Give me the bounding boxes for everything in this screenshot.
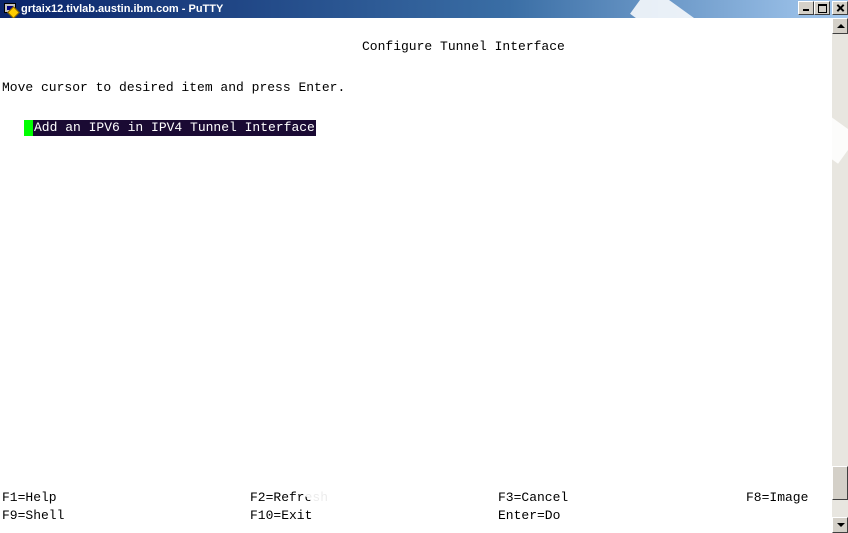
window-title: grtaix12.tivlab.austin.ibm.com - PuTTY [21,3,224,15]
scroll-down-arrow-icon[interactable] [832,517,848,533]
vertical-scrollbar[interactable] [832,18,848,533]
scrollbar-thumb[interactable] [832,466,848,500]
fkey-exit[interactable]: F10=Exit [250,508,312,524]
instruction-text: Move cursor to desired item and press En… [2,80,346,95]
window-controls [798,1,848,15]
fkey-enter-do[interactable]: Enter=Do [498,508,560,524]
function-keys-row-1: F1=Help F2=Refresh F3=Cancel F8=Image [0,490,832,506]
menu-item-label: Add an IPV6 in IPV4 Tunnel Interface [33,120,316,136]
fkey-shell[interactable]: F9=Shell [2,508,64,524]
fkey-help[interactable]: F1=Help [2,490,57,506]
minimize-button[interactable] [798,1,814,15]
maximize-button[interactable] [814,1,830,15]
putty-icon[interactable] [3,2,20,19]
fkey-cancel[interactable]: F3=Cancel [498,490,568,506]
title-bar[interactable]: grtaix12.tivlab.austin.ibm.com - PuTTY [0,0,848,19]
scroll-up-arrow-icon[interactable] [832,18,848,34]
function-keys-row-2: F9=Shell F10=Exit Enter=Do [0,508,832,524]
text-cursor [24,120,33,136]
fkey-image[interactable]: F8=Image [746,490,808,506]
fkey-refresh[interactable]: F2=Refresh [250,490,328,506]
close-button[interactable] [832,1,848,15]
menu-item-add-ipv6-tunnel[interactable]: Add an IPV6 in IPV4 Tunnel Interface [24,120,316,136]
terminal-screen[interactable]: Configure Tunnel Interface Move cursor t… [0,18,832,533]
screen-title: Configure Tunnel Interface [362,39,565,54]
